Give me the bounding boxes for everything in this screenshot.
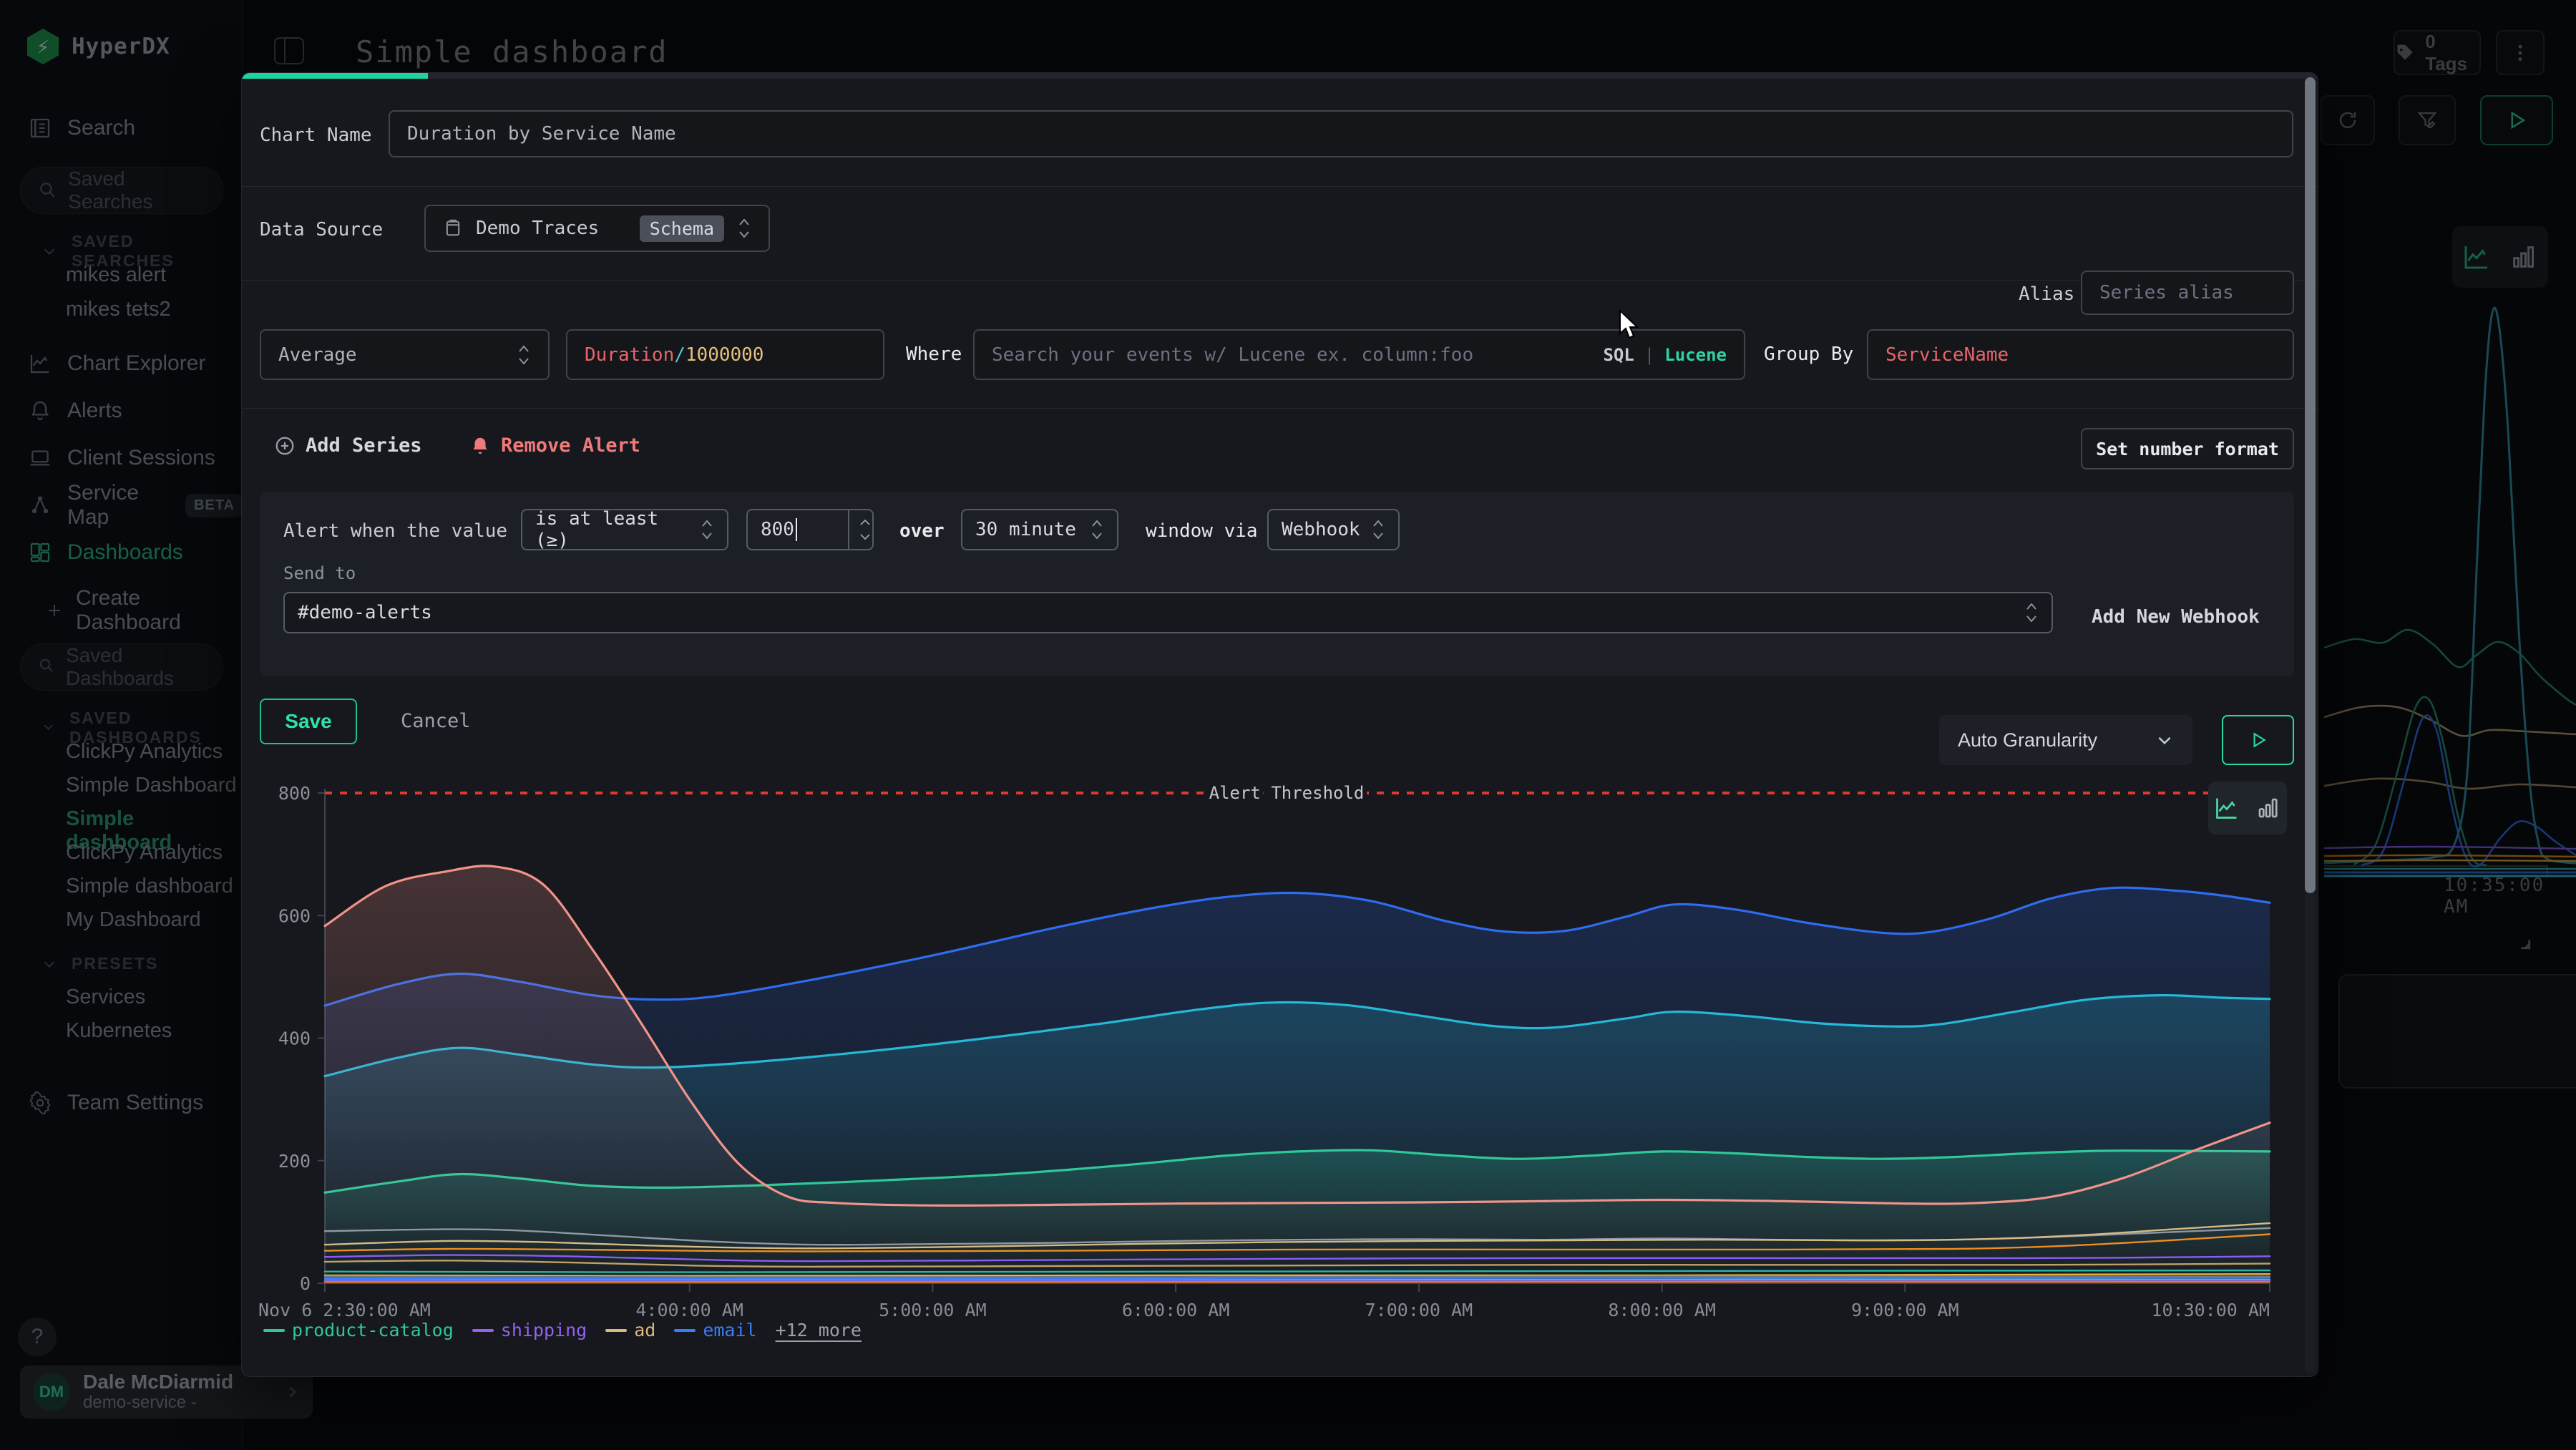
svg-text:Alert Threshold: Alert Threshold: [1209, 783, 1365, 803]
play-icon: [2249, 731, 2268, 749]
window-via-label: window via: [1146, 520, 1258, 542]
svg-text:400: 400: [278, 1028, 311, 1049]
svg-text:4:00:00 AM: 4:00:00 AM: [635, 1300, 743, 1320]
group-by-input[interactable]: ServiceName: [1867, 329, 2294, 380]
schema-badge[interactable]: Schema: [640, 215, 724, 242]
legend-item[interactable]: email: [674, 1320, 756, 1340]
svg-text:200: 200: [278, 1151, 311, 1172]
svg-text:600: 600: [278, 905, 311, 926]
legend-item[interactable]: ad: [605, 1320, 655, 1340]
cancel-button[interactable]: Cancel: [401, 710, 471, 732]
granularity-select[interactable]: Auto Granularity: [1939, 715, 2192, 765]
legend-swatch: [472, 1329, 494, 1332]
set-number-format-button[interactable]: Set number format: [2081, 428, 2294, 469]
over-label: over: [899, 520, 945, 542]
svg-text:0: 0: [300, 1273, 311, 1294]
sql-mode-toggle[interactable]: SQL: [1603, 345, 1634, 365]
remove-alert-button[interactable]: Remove Alert: [469, 434, 640, 457]
data-source-label: Data Source: [260, 219, 383, 240]
chart-type-toggle[interactable]: [2208, 782, 2287, 835]
chevron-updown-icon: [2024, 600, 2039, 625]
chart-legend: product-catalog shipping ad email +12 mor…: [263, 1320, 862, 1340]
text-caret: [796, 518, 797, 541]
chart-name-input[interactable]: Duration by Service Name: [389, 110, 2293, 157]
bar-chart-icon[interactable]: [2255, 795, 2281, 821]
svg-text:9:00:00 AM: 9:00:00 AM: [1851, 1300, 1959, 1320]
preview-chart: 0 200 400 600 800 Nov 6 2:30:00 AM 4:00:00 AM 5…: [242, 760, 2318, 1325]
divider: [242, 280, 2318, 281]
alert-threshold-input[interactable]: 800: [746, 509, 874, 550]
add-series-button[interactable]: Add Series: [274, 434, 422, 457]
aggregation-select[interactable]: Average: [260, 329, 550, 380]
database-icon: [443, 218, 463, 238]
divider: [242, 186, 2318, 187]
legend-swatch: [263, 1329, 285, 1332]
legend-swatch: [674, 1329, 696, 1332]
plus-circle-icon: [274, 435, 296, 457]
svg-text:Nov 6 2:30:00 AM: Nov 6 2:30:00 AM: [258, 1300, 431, 1320]
svg-text:7:00:00 AM: 7:00:00 AM: [1365, 1300, 1473, 1320]
bell-icon: [469, 435, 491, 457]
svg-text:6:00:00 AM: 6:00:00 AM: [1122, 1300, 1230, 1320]
group-by-label: Group By: [1764, 344, 1853, 365]
chevron-updown-icon: [700, 517, 714, 542]
edit-chart-modal: Chart Name Duration by Service Name Data…: [241, 72, 2318, 1377]
loading-bar-track: [242, 73, 2318, 79]
chart-name-label: Chart Name: [260, 125, 372, 146]
chevron-updown-icon: [737, 216, 751, 240]
legend-item[interactable]: product-catalog: [263, 1320, 454, 1340]
data-source-select[interactable]: Demo Traces Schema: [424, 205, 770, 252]
send-to-label: Send to: [283, 563, 356, 583]
add-new-webhook-button[interactable]: Add New Webhook: [2092, 606, 2260, 628]
alert-window-select[interactable]: 30 minute: [961, 509, 1118, 550]
chevron-updown-icon: [1090, 517, 1104, 542]
divider: [242, 408, 2318, 409]
svg-text:10:30:00 AM: 10:30:00 AM: [2151, 1300, 2270, 1320]
svg-text:800: 800: [278, 783, 311, 804]
legend-swatch: [605, 1329, 627, 1332]
chevron-updown-icon: [1371, 517, 1385, 542]
legend-more-link[interactable]: +12 more: [776, 1320, 862, 1340]
alias-label: Alias: [2019, 283, 2074, 305]
scrollbar-thumb[interactable]: [2305, 77, 2316, 893]
alias-input[interactable]: Series alias: [2081, 271, 2294, 315]
chevron-updown-icon: [517, 343, 531, 367]
alert-condition-select[interactable]: is at least (≥): [521, 509, 728, 550]
loading-bar: [242, 73, 428, 79]
mouse-cursor: [1616, 309, 1644, 341]
svg-text:5:00:00 AM: 5:00:00 AM: [879, 1300, 987, 1320]
alert-channel-select[interactable]: Webhook: [1267, 509, 1400, 550]
chevron-down-icon: [2155, 731, 2174, 749]
alert-config-panel: Alert when the value is at least (≥) 800…: [260, 492, 2294, 676]
save-button[interactable]: Save: [260, 699, 357, 744]
run-chart-button[interactable]: [2222, 715, 2294, 765]
modal-scrollbar[interactable]: [2305, 77, 2316, 1373]
line-chart-icon[interactable]: [2214, 795, 2240, 821]
field-expression-input[interactable]: Duration/1000000: [566, 329, 884, 380]
number-stepper[interactable]: [848, 510, 872, 549]
legend-item[interactable]: shipping: [472, 1320, 587, 1340]
where-label: Where: [906, 344, 962, 365]
alert-when-label: Alert when the value: [283, 520, 507, 542]
svg-text:8:00:00 AM: 8:00:00 AM: [1608, 1300, 1716, 1320]
webhook-select[interactable]: #demo-alerts: [283, 592, 2053, 633]
lucene-mode-toggle[interactable]: Lucene: [1664, 345, 1727, 365]
